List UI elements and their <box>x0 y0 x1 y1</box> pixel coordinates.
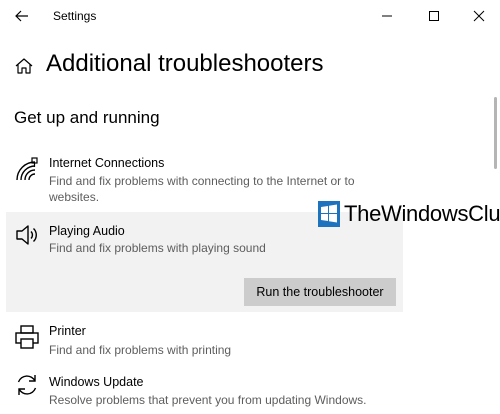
wifi-network-icon <box>14 156 40 182</box>
troubleshooter-windows-update[interactable]: Windows Update Resolve problems that pre… <box>6 368 403 412</box>
scrollbar-thumb[interactable] <box>494 97 497 169</box>
printer-icon <box>14 324 40 350</box>
windows-club-logo-icon <box>318 201 340 227</box>
minimize-icon <box>382 15 392 17</box>
item-description: Resolve problems that prevent you from u… <box>49 393 367 407</box>
home-icon[interactable] <box>14 56 34 76</box>
speaker-icon <box>14 222 40 248</box>
item-name: Internet Connections <box>49 156 165 170</box>
troubleshooter-playing-audio[interactable]: Playing Audio Find and fix problems with… <box>6 212 403 312</box>
maximize-icon <box>429 11 439 21</box>
watermark-text: TheWindowsClub <box>344 201 500 226</box>
item-description: Find and fix problems with connecting to… <box>49 174 355 204</box>
maximize-button[interactable] <box>411 0 457 32</box>
close-button[interactable] <box>456 0 500 32</box>
run-troubleshooter-button[interactable]: Run the troubleshooter <box>244 278 396 306</box>
item-name: Printer <box>49 324 86 338</box>
close-icon <box>473 10 485 22</box>
window-title: Settings <box>53 9 97 23</box>
item-name: Playing Audio <box>49 224 125 238</box>
item-name: Windows Update <box>49 375 144 389</box>
sync-icon <box>14 372 40 398</box>
minimize-button[interactable] <box>364 0 410 32</box>
page-title: Additional troubleshooters <box>46 50 324 77</box>
troubleshooter-printer[interactable]: Printer Find and fix problems with print… <box>6 318 403 360</box>
troubleshooter-internet-connections[interactable]: Internet Connections Find and fix proble… <box>6 150 403 208</box>
section-title: Get up and running <box>14 108 160 127</box>
title-bar: Settings <box>0 0 500 32</box>
item-description: Find and fix problems with printing <box>49 343 232 357</box>
back-arrow-icon[interactable] <box>12 6 32 26</box>
item-description: Find and fix problems with playing sound <box>49 241 266 255</box>
